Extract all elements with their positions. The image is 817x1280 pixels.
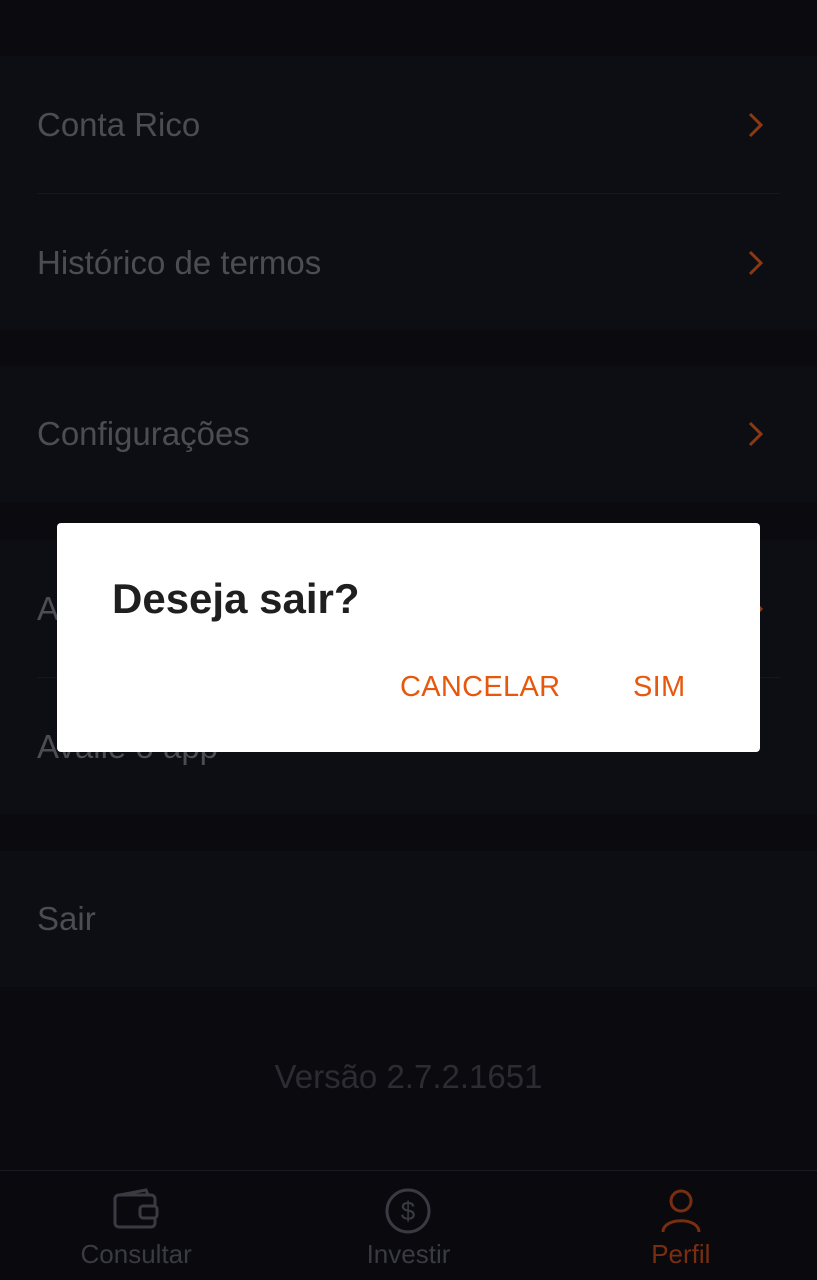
tab-consultar[interactable]: Consultar: [0, 1171, 272, 1280]
menu-item-configuracoes[interactable]: Configurações: [0, 366, 817, 502]
menu-item-conta-rico[interactable]: Conta Rico: [0, 56, 817, 194]
tab-label: Investir: [366, 1239, 451, 1269]
menu-item-label: Sair: [37, 900, 96, 937]
user-icon: [661, 1189, 701, 1233]
menu-item-label: A: [37, 590, 60, 627]
version-text: Versão 2.7.2.1651: [274, 1058, 543, 1095]
chevron-right-icon: [748, 112, 764, 138]
chevron-right-icon: [748, 421, 764, 447]
logout-confirm-dialog: Deseja sair? CANCELAR SIM: [57, 523, 760, 752]
wallet-icon: [113, 1188, 159, 1229]
tab-label: Perfil: [651, 1239, 711, 1269]
cancel-button[interactable]: CANCELAR: [400, 671, 560, 704]
tab-perfil[interactable]: Perfil: [545, 1171, 817, 1280]
tab-label: Consultar: [80, 1239, 192, 1269]
menu-item-label: Conta Rico: [37, 106, 201, 143]
menu-item-label: Histórico de termos: [37, 244, 322, 281]
tab-investir[interactable]: $ Investir: [272, 1171, 544, 1280]
dollar-coin-icon: $: [385, 1188, 431, 1234]
dialog-title: Deseja sair?: [112, 575, 360, 622]
menu-item-sair[interactable]: Sair: [0, 851, 817, 987]
account-section: Conta Rico Histórico de termos: [0, 56, 817, 330]
confirm-button[interactable]: SIM: [633, 671, 685, 704]
settings-section: Configurações: [0, 366, 817, 502]
chevron-right-icon: [748, 250, 764, 276]
logout-section: Sair: [0, 851, 817, 987]
menu-item-label: Configurações: [37, 415, 250, 452]
profile-screen: Conta Rico Histórico de termos Configura…: [0, 0, 817, 1280]
menu-item-historico-termos[interactable]: Histórico de termos: [0, 194, 817, 332]
svg-text:$: $: [401, 1196, 416, 1226]
bottom-tab-bar: Consultar $ Investir Perfil: [0, 1170, 817, 1280]
